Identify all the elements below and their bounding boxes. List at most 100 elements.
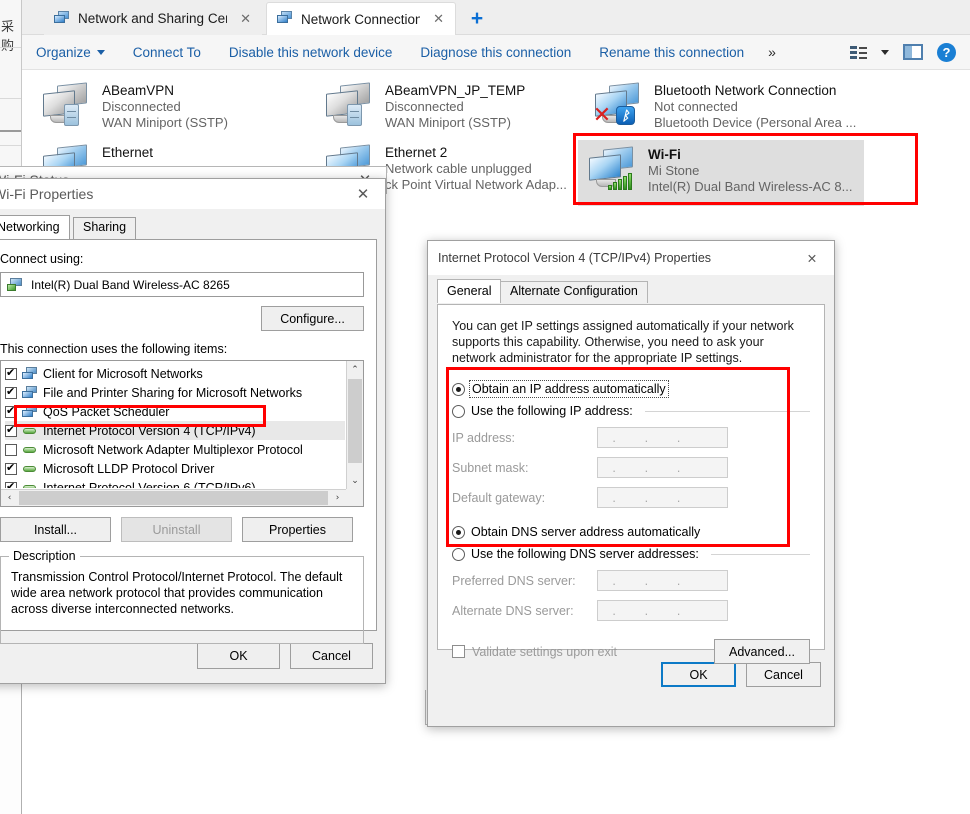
command-connect-to[interactable]: Connect To [119, 35, 215, 69]
field-default-gateway: Default gateway: . . . [452, 487, 810, 508]
chevron-down-icon[interactable] [881, 49, 889, 55]
tab-network-connections[interactable]: Network Connections ✕ [266, 2, 456, 35]
cancel-button[interactable]: Cancel [290, 643, 373, 669]
ipv4-properties-dialog: Internet Protocol Version 4 (TCP/IPv4) P… [427, 240, 835, 727]
signal-bars-icon [608, 172, 634, 190]
radio-icon[interactable] [452, 382, 465, 396]
protocol-icon [22, 462, 38, 475]
tab-network-and-sharing-center[interactable]: Network and Sharing Center ✕ [44, 2, 262, 35]
help-icon[interactable]: ? [937, 42, 956, 62]
scroll-left-icon[interactable]: ‹ [1, 493, 18, 503]
list-item[interactable]: Microsoft LLDP Protocol Driver [5, 459, 345, 478]
connection-item-abeamvpn[interactable]: ABeamVPN Disconnected WAN Miniport (SSTP… [32, 76, 304, 144]
group-divider [644, 410, 810, 412]
radio-icon[interactable] [452, 404, 465, 418]
scroll-right-icon[interactable]: › [329, 493, 346, 503]
list-item[interactable]: File and Printer Sharing for Microsoft N… [5, 383, 345, 402]
connection-device: WAN Miniport (SSTP) [385, 115, 511, 130]
horizontal-scrollbar[interactable]: ‹ › [1, 489, 346, 506]
wifi-properties-dialog: Wi-Fi Properties ✕ Networking Sharing Co… [0, 178, 386, 684]
checkbox[interactable] [5, 385, 17, 399]
octet-dot: . [644, 573, 649, 588]
list-item[interactable]: Microsoft Network Adapter Multiplexor Pr… [5, 440, 345, 459]
default-gateway-input: . . . [597, 487, 728, 508]
item-label: Internet Protocol Version 4 (TCP/IPv4) [43, 423, 256, 438]
networking-tab-panel: Connect using: Intel(R) Dual Band Wirele… [0, 239, 377, 644]
close-icon[interactable]: ✕ [345, 180, 381, 208]
connection-item-bluetooth[interactable]: ✕ ᛒ Bluetooth Network Connection Not con… [584, 76, 904, 144]
background-divider [0, 130, 22, 132]
close-icon[interactable]: ✕ [235, 11, 256, 27]
close-icon[interactable]: ✕ [428, 11, 449, 27]
adapter-name: Intel(R) Dual Band Wireless-AC 8265 [31, 277, 230, 292]
connection-item-abeamvpn-jp-temp[interactable]: ABeamVPN_JP_TEMP Disconnected WAN Minipo… [315, 76, 605, 144]
ok-button[interactable]: OK [661, 662, 736, 687]
radio-label: Use the following IP address: [471, 404, 633, 418]
command-diagnose[interactable]: Diagnose this connection [406, 35, 585, 69]
connection-item-wifi[interactable]: Wi-Fi Mi Stone Intel(R) Dual Band Wirele… [578, 140, 864, 206]
ip-address-input: . . . [597, 427, 728, 448]
octet-dot: . [676, 460, 681, 475]
checkbox[interactable] [5, 404, 17, 418]
list-item-ipv4[interactable]: Internet Protocol Version 4 (TCP/IPv4) [5, 421, 345, 440]
octet-dot: . [644, 430, 649, 445]
tab-alternate-configuration[interactable]: Alternate Configuration [500, 281, 648, 303]
advanced-button[interactable]: Advanced... [714, 639, 810, 664]
command-overflow-button[interactable]: » [758, 44, 786, 60]
list-item[interactable]: QoS Packet Scheduler [5, 402, 345, 421]
connection-device: Bluetooth Device (Personal Area ... [654, 115, 857, 130]
checkbox[interactable] [5, 461, 17, 475]
radio-icon[interactable] [452, 547, 465, 561]
command-disable-device[interactable]: Disable this network device [215, 35, 407, 69]
field-label: Subnet mask: [452, 460, 529, 475]
radio-use-following-dns[interactable]: Use the following DNS server addresses: [452, 547, 810, 561]
scrollbar-thumb[interactable] [348, 379, 362, 463]
radio-icon[interactable] [452, 525, 465, 539]
field-alternate-dns: Alternate DNS server: . . . [452, 600, 810, 621]
ok-button[interactable]: OK [197, 643, 280, 669]
scroll-down-icon[interactable]: ⌄ [347, 472, 363, 489]
field-subnet-mask: Subnet mask: . . . [452, 457, 810, 478]
install-button[interactable]: Install... [0, 517, 111, 542]
network-icon [54, 10, 70, 27]
view-options-icon[interactable] [850, 45, 867, 60]
close-icon[interactable]: ✕ [794, 244, 830, 272]
tab-label: Network and Sharing Center [78, 11, 227, 26]
description-legend: Description [9, 549, 80, 563]
list-item[interactable]: Internet Protocol Version 6 (TCP/IPv6) [5, 478, 345, 488]
item-label: Client for Microsoft Networks [43, 366, 203, 381]
vertical-scrollbar[interactable]: ⌃ ⌄ [346, 361, 363, 489]
radio-obtain-ip-automatically[interactable]: Obtain an IP address automatically [452, 380, 810, 398]
network-service-icon [22, 405, 38, 418]
connection-status: Disconnected [385, 99, 464, 114]
radio-label: Use the following DNS server addresses: [471, 547, 699, 561]
scrollbar-thumb[interactable] [19, 491, 328, 505]
new-tab-button[interactable]: + [465, 6, 489, 30]
tab-sharing[interactable]: Sharing [73, 217, 137, 239]
octet-dot: . [612, 603, 616, 618]
list-item[interactable]: Client for Microsoft Networks [5, 364, 345, 383]
adapter-icon [7, 277, 23, 292]
tab-general[interactable]: General [437, 279, 502, 303]
cancel-button[interactable]: Cancel [746, 662, 821, 687]
properties-button[interactable]: Properties [242, 517, 353, 542]
octet-dot: . [644, 603, 649, 618]
checkbox[interactable] [5, 423, 17, 437]
radio-use-following-ip[interactable]: Use the following IP address: [452, 404, 810, 418]
checkbox[interactable] [5, 443, 17, 456]
general-tab-panel: You can get IP settings assigned automat… [437, 304, 825, 664]
checkbox[interactable] [5, 480, 17, 488]
command-organize[interactable]: Organize [22, 35, 119, 69]
octet-dot: . [676, 430, 681, 445]
field-label: Preferred DNS server: [452, 573, 576, 588]
configure-button[interactable]: Configure... [261, 306, 364, 331]
validate-settings-checkbox[interactable] [452, 645, 465, 658]
tab-networking[interactable]: Networking [0, 215, 70, 239]
protocol-icon [22, 424, 38, 437]
network-items-list[interactable]: Client for Microsoft Networks File and P… [0, 360, 364, 507]
preview-pane-icon[interactable] [903, 44, 923, 60]
scroll-up-icon[interactable]: ⌃ [347, 361, 363, 378]
command-rename[interactable]: Rename this connection [585, 35, 758, 69]
checkbox[interactable] [5, 366, 17, 380]
radio-obtain-dns-automatically[interactable]: Obtain DNS server address automatically [452, 525, 810, 539]
